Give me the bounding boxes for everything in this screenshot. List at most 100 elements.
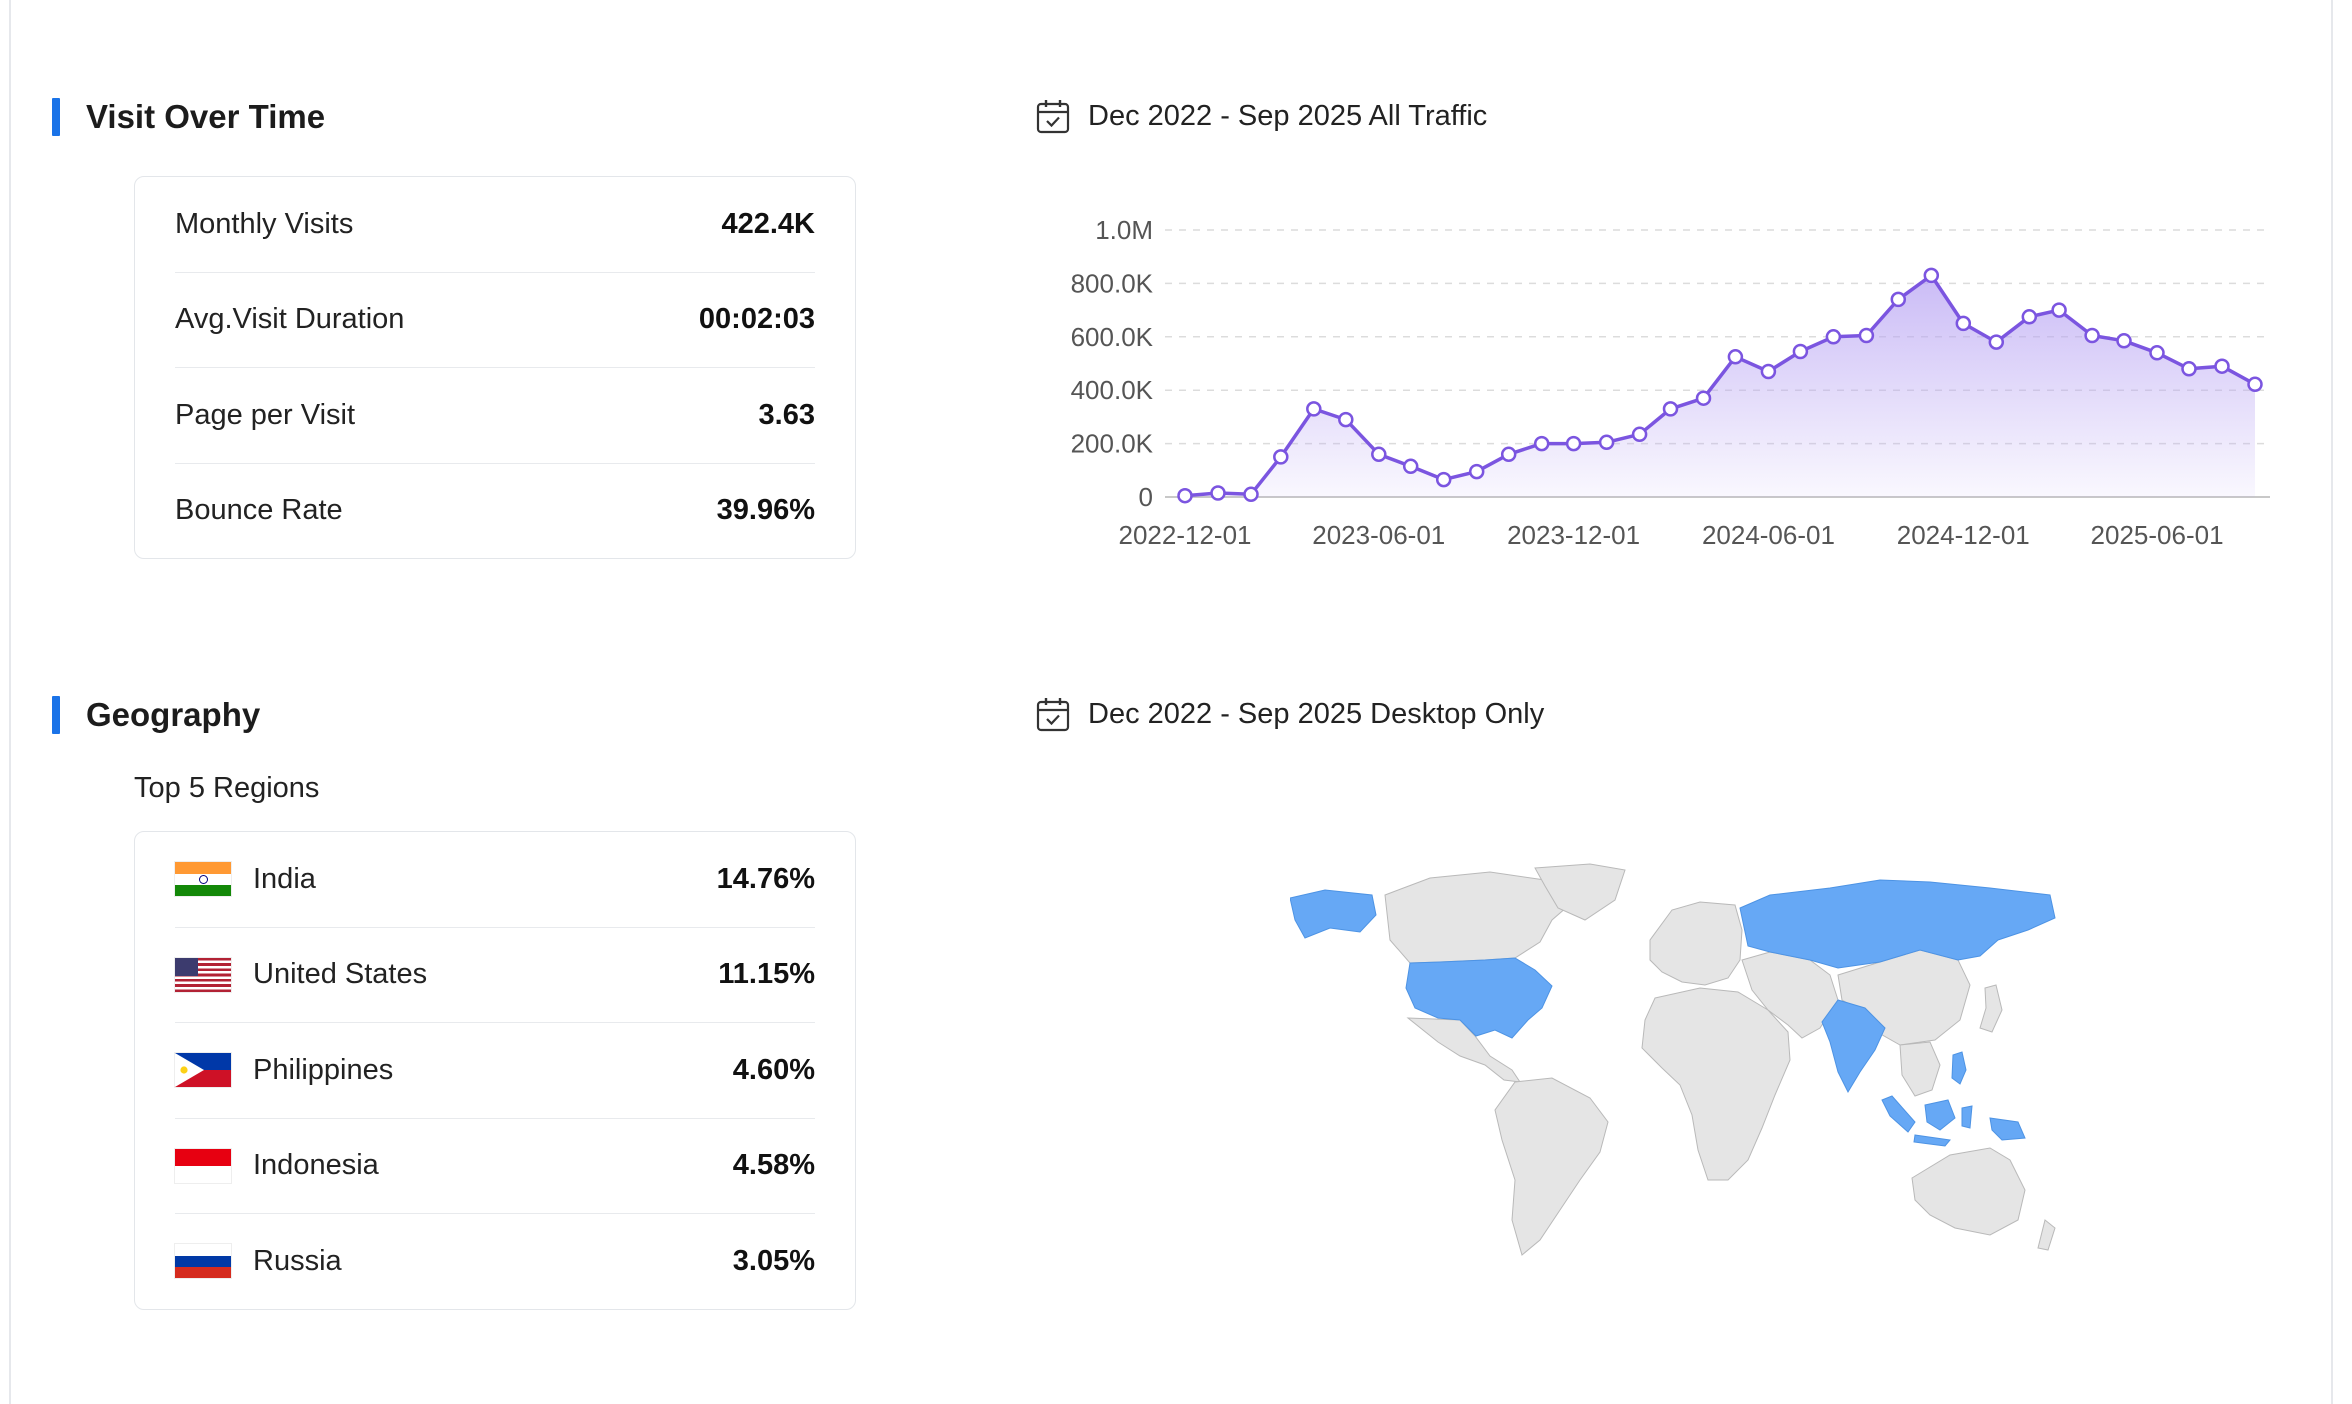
data-point[interactable] <box>1727 349 1744 365</box>
data-point[interactable] <box>2181 361 2197 377</box>
map-region-russia <box>1739 879 2056 969</box>
philippines-flag-icon <box>175 1053 231 1088</box>
data-point[interactable] <box>1662 401 1679 417</box>
indonesia-flag-icon <box>175 1148 231 1183</box>
data-point[interactable] <box>1825 329 1842 345</box>
map-region-europe <box>1649 901 1743 986</box>
stat-value: 00:02:03 <box>698 303 815 336</box>
page: Visit Over Time Monthly Visits 422.4K Av… <box>0 0 2352 1404</box>
data-point[interactable] <box>1890 291 1907 308</box>
regions-card: India 14.76% United States 11.15% Philip… <box>134 831 856 1310</box>
data-point[interactable] <box>2116 333 2132 349</box>
data-point[interactable] <box>1177 487 1193 504</box>
map-region-southeast-asia <box>1899 1041 1941 1097</box>
data-point[interactable] <box>1631 426 1648 443</box>
region-share: 4.58% <box>732 1149 815 1182</box>
stat-value: 3.63 <box>758 398 815 431</box>
geo-date-label: Dec 2022 - Sep 2025 Desktop Only <box>1088 697 1545 730</box>
data-point[interactable] <box>1243 486 1259 503</box>
region-row-united-states: United States 11.15% <box>175 928 815 1023</box>
section-accent-bar <box>52 696 60 734</box>
y-tick-label: 200.0K <box>1071 429 1154 459</box>
stat-row-bounce-rate: Bounce Rate 39.96% <box>175 464 815 559</box>
data-point[interactable] <box>1210 485 1226 501</box>
region-share: 11.15% <box>718 958 815 991</box>
data-point[interactable] <box>1955 315 1972 332</box>
calendar-icon <box>1036 100 1070 134</box>
x-tick-label: 2025-06-01 <box>2091 520 2224 550</box>
data-point[interactable] <box>1858 327 1875 344</box>
data-point[interactable] <box>1565 435 1582 452</box>
map-region-indonesia-borneo <box>1924 1099 1956 1131</box>
right-border <box>2331 0 2333 1404</box>
map-region-new-zealand <box>2037 1219 2056 1251</box>
stat-value: 422.4K <box>721 207 815 240</box>
data-point[interactable] <box>1435 471 1452 488</box>
map-region-africa <box>1641 987 1791 1181</box>
map-region-japan <box>1979 984 2003 1033</box>
data-point[interactable] <box>2247 376 2263 393</box>
series-area <box>1185 275 2255 497</box>
region-name: Philippines <box>253 1053 394 1086</box>
map-region-indonesia-papua <box>1989 1117 2026 1141</box>
geo-section-header: Geography <box>52 696 260 734</box>
data-point[interactable] <box>1792 343 1809 360</box>
map-region-south-america <box>1494 1077 1609 1256</box>
geo-date-range: Dec 2022 - Sep 2025 Desktop Only <box>1036 696 1544 732</box>
x-tick-label: 2024-12-01 <box>1897 520 2030 550</box>
data-point[interactable] <box>1923 267 1940 284</box>
y-tick-label: 800.0K <box>1071 268 1154 298</box>
data-point[interactable] <box>2084 327 2100 344</box>
data-point[interactable] <box>1760 363 1777 380</box>
map-region-indonesia-sulawesi <box>1961 1105 1973 1129</box>
y-tick-label: 600.0K <box>1071 322 1154 352</box>
region-share: 3.05% <box>732 1244 815 1277</box>
data-point[interactable] <box>1500 446 1517 463</box>
left-border <box>9 0 11 1404</box>
stat-row-avg-visit-duration: Avg.Visit Duration 00:02:03 <box>175 273 815 368</box>
x-tick-label: 2022-12-01 <box>1119 520 1252 550</box>
data-point[interactable] <box>1695 390 1712 406</box>
data-point[interactable] <box>1988 334 2005 350</box>
data-point[interactable] <box>1468 463 1485 480</box>
data-point[interactable] <box>1402 458 1419 475</box>
region-name: United States <box>253 958 428 991</box>
us-flag-icon <box>175 957 231 992</box>
visit-section-header: Visit Over Time <box>52 98 325 136</box>
data-point[interactable] <box>1338 411 1354 428</box>
stat-label: Page per Visit <box>175 398 356 431</box>
stat-label: Bounce Rate <box>175 494 343 527</box>
data-point[interactable] <box>1371 446 1387 463</box>
region-row-indonesia: Indonesia 4.58% <box>175 1119 815 1214</box>
y-tick-label: 400.0K <box>1071 375 1154 405</box>
region-share: 14.76% <box>716 862 815 895</box>
data-point[interactable] <box>2149 345 2165 361</box>
india-flag-icon <box>175 862 231 897</box>
data-point[interactable] <box>2214 358 2230 374</box>
data-point[interactable] <box>1598 434 1615 451</box>
map-region-indonesia-java <box>1913 1134 1951 1147</box>
russia-flag-icon <box>175 1244 231 1279</box>
map-region-australia <box>1911 1147 2026 1236</box>
data-point[interactable] <box>1273 449 1289 465</box>
traffic-date-range: Dec 2022 - Sep 2025 All Traffic <box>1036 98 1487 134</box>
section-accent-bar <box>52 98 60 136</box>
data-point[interactable] <box>1533 435 1550 452</box>
stat-value: 39.96% <box>716 494 815 527</box>
region-row-india: India 14.76% <box>175 832 815 928</box>
visits-line-chart: 0 200.0K 400.0K 600.0K 800.0K 1.0M 2022-12-01 2… <box>1071 215 2270 550</box>
data-point[interactable] <box>2051 302 2067 318</box>
stat-row-monthly-visits: Monthly Visits 422.4K <box>175 177 815 273</box>
region-row-russia: Russia 3.05% <box>175 1214 815 1309</box>
map-region-united-states-alaska <box>1290 889 1377 939</box>
stat-label: Avg.Visit Duration <box>175 303 405 336</box>
stat-row-page-per-visit: Page per Visit 3.63 <box>175 368 815 464</box>
x-tick-label: 2024-06-01 <box>1702 520 1835 550</box>
data-point[interactable] <box>1306 401 1322 417</box>
map-region-philippines <box>1951 1051 1967 1085</box>
visit-stats-card: Monthly Visits 422.4K Avg.Visit Duration… <box>134 176 856 559</box>
region-name: Indonesia <box>253 1149 379 1182</box>
data-point[interactable] <box>2021 309 2038 325</box>
calendar-icon <box>1036 698 1070 732</box>
stat-label: Monthly Visits <box>175 207 354 240</box>
